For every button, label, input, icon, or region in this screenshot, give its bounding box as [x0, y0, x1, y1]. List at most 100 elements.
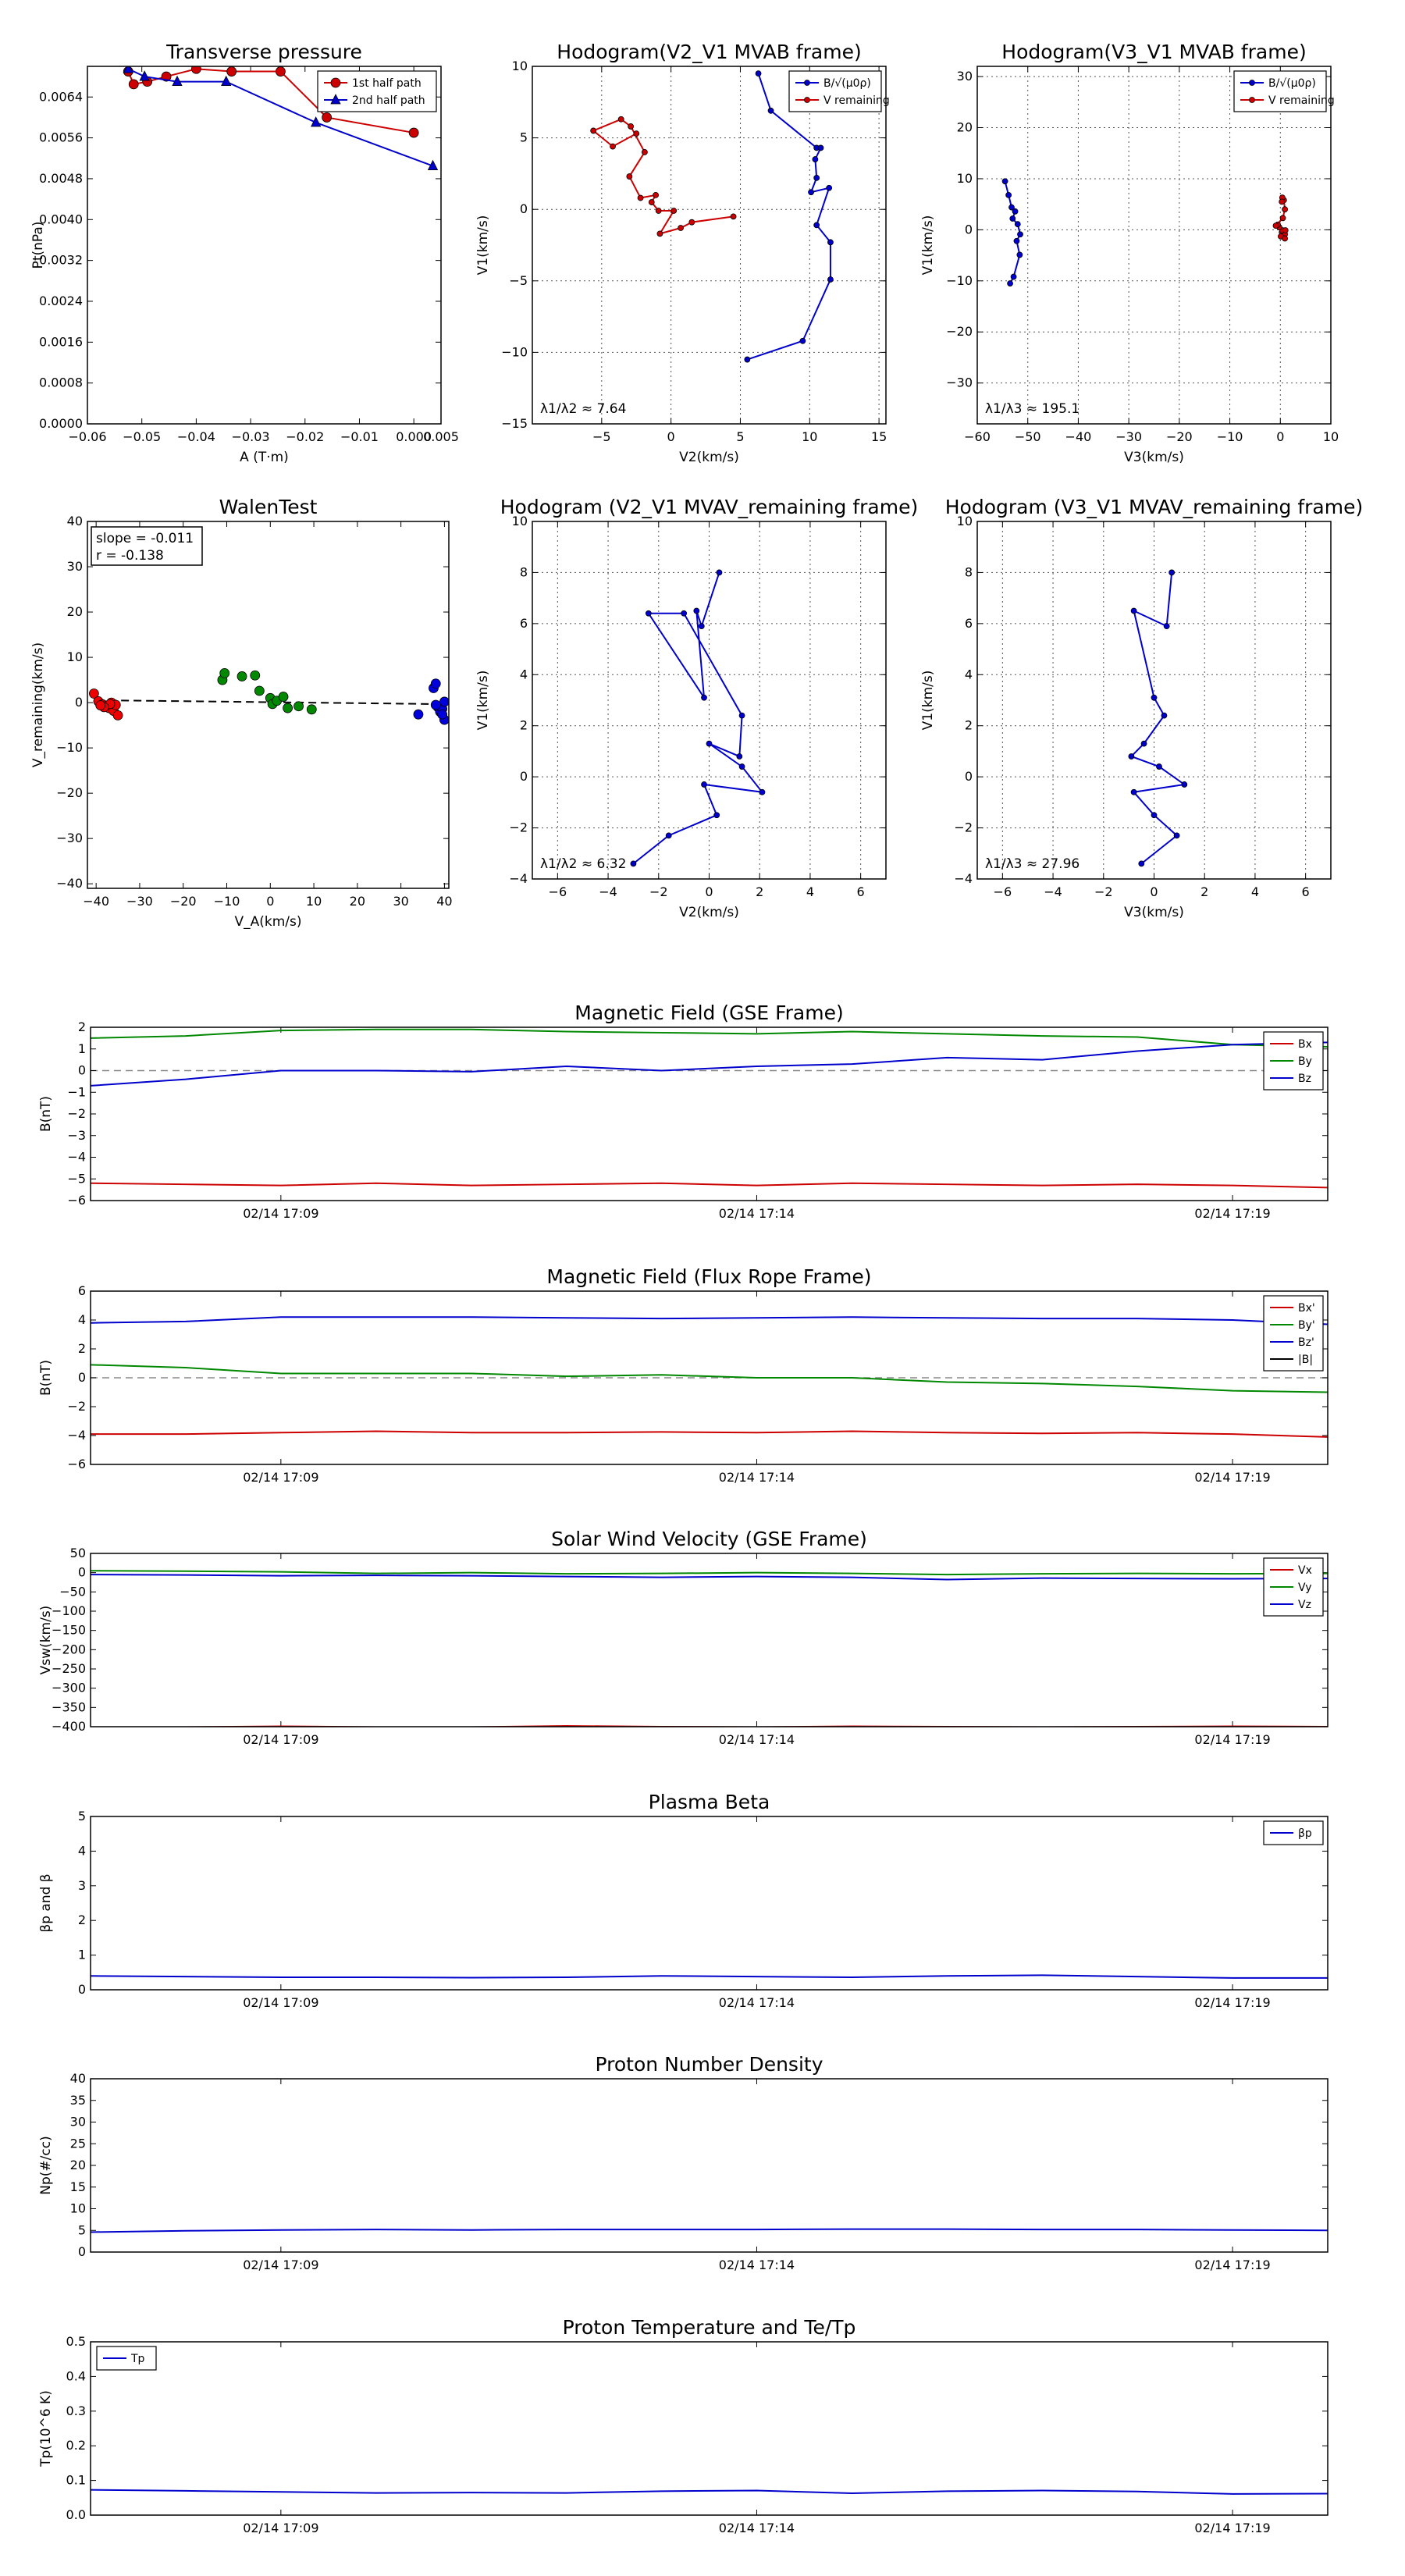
y-tick-label: 6	[965, 616, 973, 631]
y-tick-label: 4	[78, 1843, 86, 1858]
chart-title: Transverse pressure	[165, 41, 362, 63]
y-tick-label: −1	[67, 1084, 86, 1099]
data-point	[1156, 763, 1162, 770]
y-axis-label: B(nT)	[38, 1096, 54, 1132]
series-line-1	[91, 1974, 1328, 1979]
legend: B/√(μ0ρ) V remaining	[1233, 70, 1335, 112]
y-tick-label: 10	[957, 171, 973, 186]
x-tick-label: 02/14 17:09	[243, 1732, 318, 1747]
y-tick-label: 0.0008	[39, 375, 83, 390]
series-line-1	[91, 2489, 1328, 2495]
series-line-1	[91, 1430, 1328, 1438]
chart-title: Hodogram (V3_V1 MVAV_remaining frame)	[945, 496, 1364, 518]
y-tick-label: 35	[70, 2093, 86, 2108]
series-line-3	[91, 1316, 1328, 1325]
x-tick-label: 02/14 17:09	[243, 1995, 318, 2010]
chart-title: Proton Temperature and Te/Tp	[563, 2316, 856, 2339]
data-point	[1010, 273, 1017, 280]
y-tick-label: 0.3	[66, 2403, 86, 2418]
y-tick-label: 2	[78, 1019, 86, 1034]
data-point	[1013, 237, 1020, 244]
data-point	[306, 704, 317, 715]
plot-frame	[532, 66, 887, 425]
x-tick-label: 0	[705, 884, 713, 899]
chart-panel-12: Proton Temperature and Te/Tp 02/14 17:09 0…	[38, 2316, 1329, 2535]
y-tick-label: −2	[509, 820, 528, 835]
x-tick-label: 02/14 17:19	[1194, 1470, 1270, 1485]
data-point	[1163, 623, 1170, 630]
data-point	[1007, 280, 1013, 286]
x-tick-label: −4	[1044, 884, 1062, 899]
x-tick-label: −6	[549, 884, 567, 899]
y-tick-label: 8	[520, 564, 528, 579]
y-tick-label: 4	[78, 1312, 86, 1327]
y-axis-label: V1(km/s)	[920, 215, 936, 276]
plot-data	[88, 667, 449, 725]
series-line-3	[91, 1574, 1328, 1581]
chart-panel-10: Plasma Beta 02/14 17:09 02/14 17:14 02/14 1…	[38, 1791, 1329, 2010]
y-tick-label: −50	[59, 1584, 86, 1599]
x-tick-label: 10	[1323, 429, 1339, 444]
plot-data	[91, 2228, 1328, 2233]
figure: Transverse pressure −0.06 −0.05 −0.04 −0.03 −…	[30, 41, 1364, 2535]
y-tick-label: −4	[67, 1428, 86, 1443]
y-axis-label: Vsw(km/s)	[38, 1606, 54, 1675]
chart-panel-8: Magnetic Field (Flux Rope Frame) 02/14 17…	[38, 1265, 1329, 1485]
x-tick-label: −0.06	[68, 429, 106, 444]
y-tick-label: 0	[78, 2244, 86, 2259]
y-tick-label: 0	[78, 1063, 86, 1078]
y-tick-label: −300	[52, 1681, 86, 1695]
legend-label: Bz'	[1298, 1336, 1314, 1349]
y-tick-label: 6	[78, 1283, 86, 1298]
y-tick-label: 0	[520, 201, 528, 216]
y-tick-label: 0	[78, 1982, 86, 1997]
data-point	[128, 79, 139, 90]
plot-data	[1001, 178, 1289, 286]
x-tick-label: 02/14 17:14	[719, 2521, 795, 2535]
chart-panel-4: WalenTest −40 −30 −20 −10 0 10 20 30 40 −40 −30 −20 −…	[30, 496, 453, 930]
y-tick-label: 0	[965, 222, 973, 237]
plot-data	[630, 569, 766, 867]
legend-label: Bx'	[1298, 1302, 1315, 1315]
x-tick-label: 02/14 17:19	[1194, 1732, 1270, 1747]
y-tick-label: −2	[954, 820, 973, 835]
data-point	[1017, 231, 1023, 238]
legend-marker	[330, 77, 341, 88]
data-point	[590, 127, 597, 134]
data-point	[1161, 712, 1168, 719]
data-point	[693, 607, 700, 614]
data-point	[648, 199, 655, 205]
data-point	[665, 832, 672, 839]
x-tick-label: −40	[1065, 429, 1092, 444]
legend: Bx By Bz	[1263, 1031, 1324, 1091]
x-axis-label: A (T·m)	[240, 450, 289, 465]
y-tick-label: 0	[75, 695, 83, 710]
stats-text: r = -0.138	[96, 548, 164, 564]
series-line-1	[1129, 572, 1186, 865]
data-point	[706, 740, 713, 747]
data-point	[1282, 206, 1289, 213]
y-tick-label: 1	[78, 1948, 86, 1962]
data-point	[713, 812, 720, 819]
legend-marker	[804, 80, 810, 86]
data-point	[656, 230, 663, 237]
x-axis-label: V3(km/s)	[1124, 905, 1184, 920]
data-point	[1279, 215, 1286, 222]
plot-frame	[90, 1816, 1329, 1991]
x-axis-label: V2(km/s)	[679, 905, 739, 920]
y-tick-label: −20	[946, 324, 973, 339]
data-point	[283, 703, 293, 713]
data-point	[1016, 251, 1023, 258]
data-point	[641, 149, 648, 155]
x-tick-label: −4	[599, 884, 617, 899]
x-tick-label: 6	[857, 884, 865, 899]
y-tick-label: 20	[67, 604, 83, 619]
x-tick-label: −10	[1217, 429, 1243, 444]
y-tick-label: −5	[509, 273, 528, 288]
x-tick-label: 02/14 17:14	[719, 1995, 795, 2010]
legend: Bx' By' Bz' |B|	[1263, 1295, 1324, 1372]
x-tick-label: 0	[266, 894, 274, 909]
y-tick-label: 50	[70, 1546, 86, 1560]
legend-label: Vz	[1298, 1599, 1311, 1611]
x-tick-label: 15	[871, 429, 887, 444]
